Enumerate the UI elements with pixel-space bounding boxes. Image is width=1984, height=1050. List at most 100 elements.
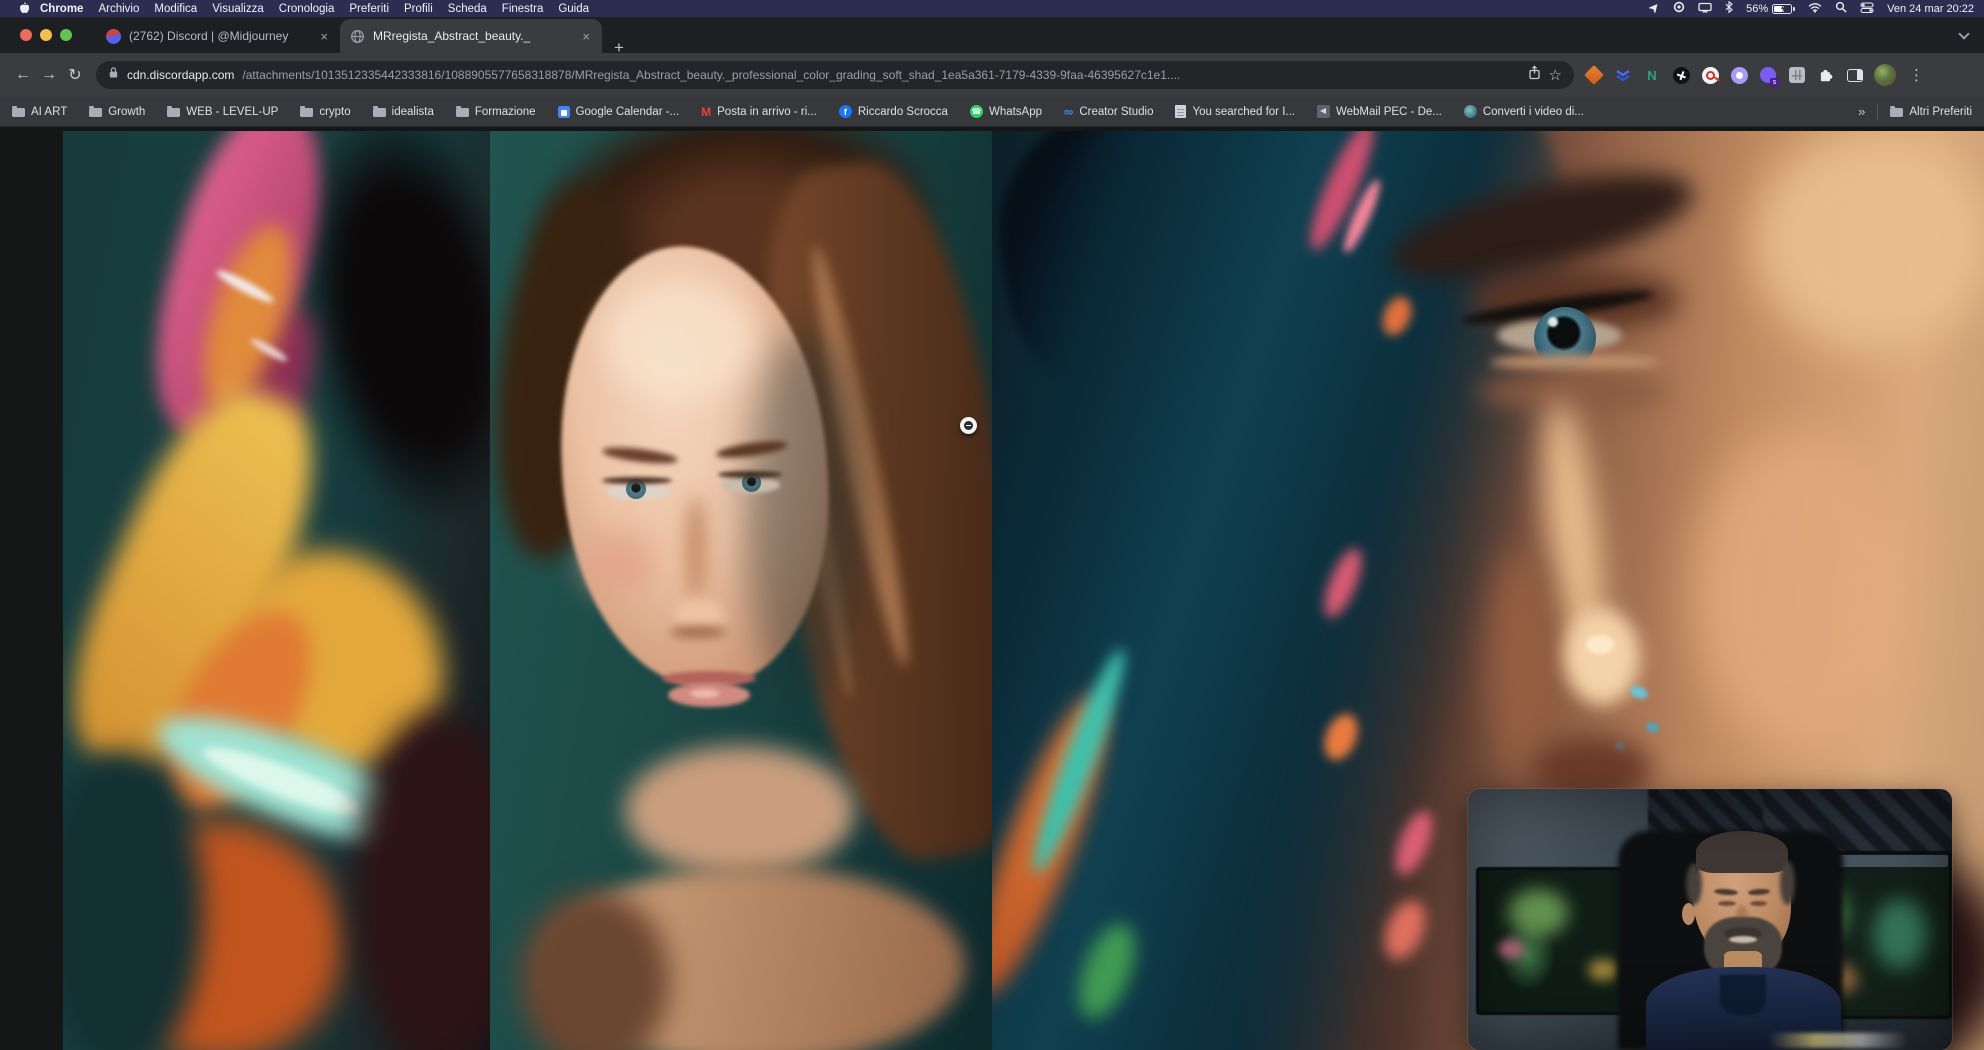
folder-icon (300, 108, 313, 117)
bookmark-web-level-up[interactable]: WEB - LEVEL-UP (167, 106, 278, 118)
bookmarks-overflow-chevron[interactable]: » (1858, 104, 1865, 119)
menu-visualizza[interactable]: Visualizza (212, 3, 264, 15)
bookmark-converti-video[interactable]: Converti i video di... (1464, 105, 1584, 118)
wifi-icon[interactable] (1808, 2, 1822, 16)
battery-indicator[interactable]: 56% (1746, 3, 1795, 15)
black-circle-extension-icon[interactable] (1671, 65, 1691, 85)
bookmark-label: AI ART (31, 106, 67, 118)
tab-close-icon[interactable]: × (580, 29, 592, 44)
bookmark-gmail-inbox[interactable]: MPosta in arrivo - ri... (701, 106, 817, 118)
menu-profili[interactable]: Profili (404, 3, 433, 15)
image-panel-portrait[interactable] (490, 131, 992, 1050)
folder-icon (89, 108, 102, 117)
bookmark-facebook-profile[interactable]: fRiccardo Scrocca (839, 105, 948, 118)
bookmark-idealista[interactable]: idealista (373, 106, 434, 118)
bookmark-star-icon[interactable]: ☆ (1549, 66, 1562, 84)
folder-icon (12, 108, 25, 117)
gmail-icon: M (701, 106, 711, 118)
globe-favicon (350, 29, 365, 44)
extensions-puzzle-icon[interactable] (1816, 65, 1836, 85)
browser-toolbar: ← → ↻ cdn.discordapp.com /attachments/10… (0, 53, 1984, 97)
macos-menu-bar: Chrome Archivio Modifica Visualizza Cron… (0, 0, 1984, 17)
bookmark-growth[interactable]: Growth (89, 106, 145, 118)
closeup-blue-glint (1629, 684, 1650, 700)
menu-archivio[interactable]: Archivio (98, 3, 139, 15)
webcam-vignette (1468, 789, 1952, 1050)
closeup-nose-tip (1564, 609, 1640, 705)
folder-icon (456, 108, 469, 117)
location-arrow-icon[interactable] (1649, 2, 1660, 16)
fox-extension-icon[interactable] (1584, 65, 1604, 85)
zoom-window-button[interactable] (60, 29, 72, 41)
bookmark-google-calendar[interactable]: Google Calendar -... (558, 106, 680, 118)
tab-discord[interactable]: (2762) Discord | @Midjourney × (96, 19, 340, 53)
zoom-out-cursor (960, 417, 977, 434)
closeup-blue-glint (1645, 721, 1660, 734)
other-bookmarks-folder[interactable]: Altri Preferiti (1890, 106, 1972, 118)
purple-s-extension-icon[interactable]: s (1758, 65, 1778, 85)
address-bar[interactable]: cdn.discordapp.com /attachments/10135123… (96, 61, 1574, 89)
tab-image-active[interactable]: MRregista_Abstract_beauty._ × (340, 19, 602, 53)
menu-items: Chrome Archivio Modifica Visualizza Cron… (40, 3, 589, 15)
webmail-icon (1317, 105, 1330, 118)
closeup-eye-glint (1548, 317, 1558, 327)
reload-button[interactable]: ↻ (62, 62, 88, 88)
bookmark-ai-art[interactable]: AI ART (12, 106, 67, 118)
bookmark-creator-studio[interactable]: ∞Creator Studio (1064, 105, 1153, 118)
close-window-button[interactable] (20, 29, 32, 41)
bluetooth-icon[interactable] (1725, 1, 1733, 16)
bookmark-webmail-pec[interactable]: WebMail PEC - De... (1317, 105, 1442, 118)
menu-scheda[interactable]: Scheda (448, 3, 487, 15)
battery-icon (1772, 4, 1792, 14)
bookmark-label: Creator Studio (1079, 106, 1153, 118)
closeup-undereye (1478, 375, 1668, 409)
menu-preferiti[interactable]: Preferiti (349, 3, 389, 15)
tab-close-icon[interactable]: × (318, 29, 330, 44)
menu-chrome[interactable]: Chrome (40, 3, 83, 15)
grid-extension-icon[interactable] (1787, 65, 1807, 85)
share-icon[interactable] (1528, 65, 1541, 85)
password-key-extension-icon[interactable] (1700, 65, 1720, 85)
s-badge: s (1770, 78, 1779, 87)
url-host: cdn.discordapp.com (127, 68, 234, 82)
bookmark-label: WhatsApp (989, 106, 1042, 118)
bookmark-you-searched[interactable]: You searched for I... (1175, 105, 1295, 118)
url-path: /attachments/1013512335442333816/1088905… (242, 68, 1519, 82)
lock-icon[interactable] (108, 66, 119, 84)
tab-title: (2762) Discord | @Midjourney (129, 29, 310, 43)
portrait-lash-left (602, 477, 672, 484)
portrait-nostrils (670, 626, 726, 638)
bookmark-formazione[interactable]: Formazione (456, 106, 536, 118)
bookmark-whatsapp[interactable]: ☎WhatsApp (970, 105, 1042, 118)
green-n-extension-icon[interactable]: N (1642, 65, 1662, 85)
display-mirroring-icon[interactable] (1698, 2, 1712, 16)
menu-bar-clock[interactable]: Ven 24 mar 20:22 (1887, 3, 1974, 15)
menu-modifica[interactable]: Modifica (154, 3, 197, 15)
menu-guida[interactable]: Guida (558, 3, 589, 15)
minimize-window-button[interactable] (40, 29, 52, 41)
profile-avatar[interactable] (1874, 64, 1896, 86)
side-panel-icon[interactable] (1845, 65, 1865, 85)
menu-cronologia[interactable]: Cronologia (279, 3, 335, 15)
menu-finestra[interactable]: Finestra (502, 3, 544, 15)
bookmarks-bar: AI ART Growth WEB - LEVEL-UP crypto idea… (0, 97, 1984, 127)
control-center-icon[interactable] (1860, 2, 1874, 16)
image-panel-abstract[interactable] (63, 131, 490, 1050)
video-converter-icon (1464, 105, 1477, 118)
folder-icon (167, 108, 180, 117)
bookmark-label: WebMail PEC - De... (1336, 106, 1442, 118)
tab-search-chevron-icon[interactable] (1958, 28, 1969, 39)
back-button[interactable]: ← (10, 62, 36, 88)
blue-wave-extension-icon[interactable] (1613, 65, 1633, 85)
apple-logo-icon[interactable] (18, 2, 30, 15)
bookmark-crypto[interactable]: crypto (300, 106, 350, 118)
purple-swirl-extension-icon[interactable] (1729, 65, 1749, 85)
screen-record-icon[interactable] (1673, 1, 1685, 16)
chrome-menu-icon[interactable]: ⋮ (1905, 66, 1928, 84)
spotlight-search-icon[interactable] (1835, 1, 1847, 16)
portrait-lip-gloss (690, 689, 720, 698)
bookmark-label: Altri Preferiti (1909, 106, 1972, 118)
portrait-nose-shade (686, 496, 706, 601)
portrait-shadow (745, 331, 865, 701)
forward-button[interactable]: → (36, 62, 62, 88)
